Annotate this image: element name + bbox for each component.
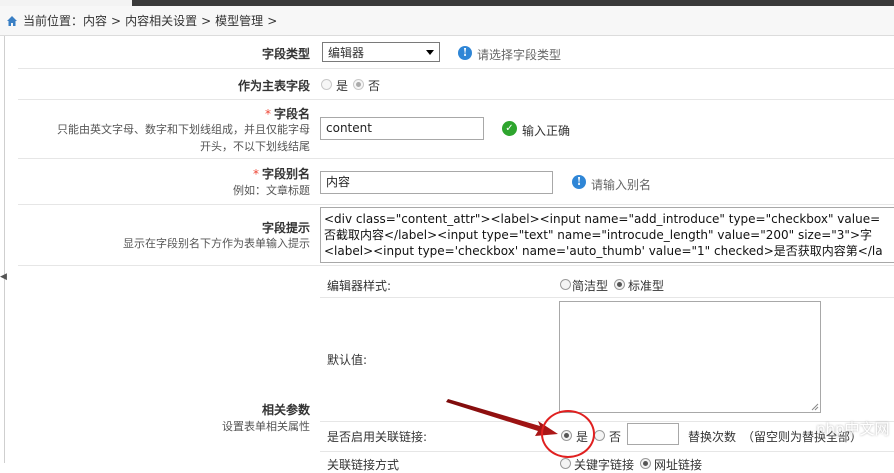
check-icon: ✓ — [502, 121, 517, 136]
breadcrumb-separator: > — [267, 13, 278, 28]
link-method-url-radio[interactable] — [640, 458, 651, 469]
field-tip-textarea[interactable]: <div class="content_attr"><label><input … — [320, 207, 894, 263]
breadcrumb-item-content[interactable]: 内容 — [83, 12, 107, 29]
link-method-url-label: 网址链接 — [654, 458, 703, 472]
link-enable-label: 是否启用关联链接: — [327, 430, 428, 444]
editor-style-standard-label: 标准型 — [628, 279, 665, 293]
main-field-yes-radio[interactable] — [321, 79, 332, 90]
related-params-label: 相关参数 — [261, 403, 310, 417]
field-alias-input[interactable]: 内容 — [320, 171, 553, 194]
info-icon: ! — [458, 46, 472, 60]
collapse-handle-icon[interactable]: ◀ — [0, 272, 7, 282]
row-field-type: 字段类型 — [18, 36, 894, 69]
field-tip-line-2: 否截取内容</label><input type="text" name="in… — [324, 228, 872, 242]
field-tip-desc: 显示在字段别名下方作为表单输入提示 — [123, 237, 310, 250]
field-tip-line-3: <label><input type='checkbox' name='auto… — [324, 244, 883, 258]
field-type-label: 字段类型 — [261, 47, 310, 61]
field-name-desc-1: 只能由英文字母、数字和下划线组成，并且仅能字母 — [57, 123, 310, 136]
main-field-yes-label: 是 — [336, 79, 349, 93]
link-method-label: 关联链接方式 — [327, 458, 400, 472]
field-name-desc-2: 开头，不以下划线结尾 — [200, 140, 310, 153]
link-method-keyword-label: 关键字链接 — [574, 458, 635, 472]
related-params-desc: 设置表单相关属性 — [222, 420, 310, 433]
breadcrumb-separator: > — [201, 13, 212, 28]
required-mark: * — [252, 167, 259, 181]
chevron-down-icon — [426, 50, 434, 55]
field-type-select[interactable]: 编辑器 — [322, 42, 440, 62]
replace-count-input[interactable] — [627, 423, 679, 445]
breadcrumb-separator: > — [111, 13, 122, 28]
editor-style-standard-radio[interactable] — [614, 279, 625, 290]
field-alias-desc: 例如：文章标题 — [233, 184, 310, 197]
home-icon[interactable] — [6, 15, 18, 27]
editor-style-simple-radio[interactable] — [560, 279, 571, 290]
link-method-keyword-radio[interactable] — [560, 458, 571, 469]
main-field-no-label: 否 — [368, 79, 381, 93]
watermark-logo: php中文网 — [816, 420, 890, 438]
editor-style-label: 编辑器样式: — [327, 279, 392, 293]
divider — [320, 451, 894, 452]
resize-grip-icon[interactable] — [811, 403, 819, 411]
required-mark: * — [264, 107, 271, 121]
row-main-field: 作为主表字段 — [18, 69, 894, 100]
info-icon: ! — [572, 175, 586, 189]
breadcrumb-item-content-settings[interactable]: 内容相关设置 — [125, 12, 197, 29]
default-value-textarea[interactable] — [559, 301, 821, 413]
link-enable-no-radio[interactable] — [594, 430, 605, 441]
replace-count-label: 替换次数 — [688, 430, 737, 444]
sidebar-divider — [4, 36, 5, 463]
field-tip-label: 字段提示 — [261, 221, 310, 235]
link-enable-no-label: 否 — [609, 430, 622, 444]
editor-style-simple-label: 简洁型 — [572, 279, 609, 293]
divider — [320, 297, 894, 298]
field-name-input[interactable]: content — [320, 117, 484, 140]
main-field-no-radio[interactable] — [353, 79, 364, 90]
field-name-label: 字段名 — [273, 107, 310, 121]
field-type-hint: 请选择字段类型 — [477, 48, 562, 62]
field-type-value: 编辑器 — [328, 46, 365, 60]
field-name-status: 输入正确 — [522, 124, 571, 138]
breadcrumb-prefix: 当前位置： — [23, 14, 84, 28]
field-alias-label: 字段别名 — [261, 167, 310, 181]
breadcrumb-item-model-manage[interactable]: 模型管理 — [215, 12, 263, 29]
breadcrumb: 当前位置： 内容 > 内容相关设置 > 模型管理 > — [0, 6, 894, 36]
field-alias-hint: 请输入别名 — [591, 178, 652, 192]
field-tip-line-1: <div class="content_attr"><label><input … — [324, 212, 881, 226]
main-field-label: 作为主表字段 — [237, 79, 310, 93]
divider — [320, 421, 894, 422]
default-value-label: 默认值: — [327, 353, 368, 367]
highlight-circle — [541, 410, 595, 458]
